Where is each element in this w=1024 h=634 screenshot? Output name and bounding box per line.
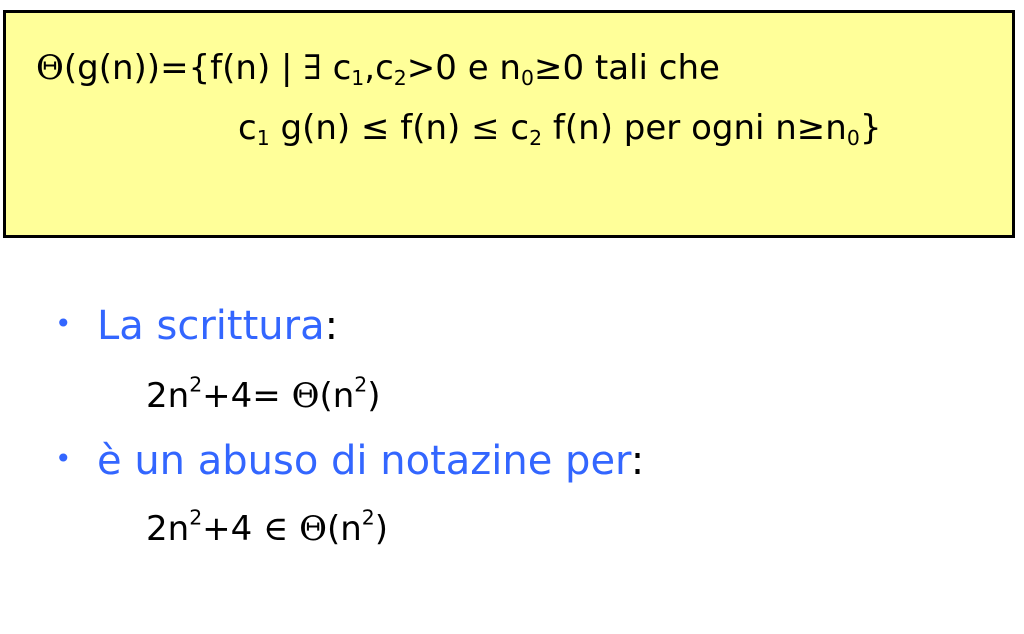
leq-symbol: ≤: [471, 108, 500, 148]
definition-box: Θ(g(n))={f(n) | ∃ c1,c2>0 e n0≥0 tali ch…: [3, 10, 1015, 238]
element-of-symbol: ∈: [263, 509, 289, 549]
theta-symbol: Θ: [291, 376, 320, 416]
theta-symbol: Θ: [36, 48, 64, 88]
formula-2: 2n2+4 ∈ Θ(n2): [146, 505, 389, 549]
bullet-text: La scrittura: [97, 303, 325, 349]
bullet-item-2: • è un abuso di notazine per:: [55, 438, 645, 484]
bullet-item-1: • La scrittura:: [55, 303, 339, 349]
bullet-icon: •: [55, 307, 72, 340]
definition-line-1: Θ(g(n))={f(n) | ∃ c1,c2>0 e n0≥0 tali ch…: [36, 48, 720, 91]
bullet-text: è un abuso di notazine per: [97, 438, 631, 484]
formula-1: 2n2+4= Θ(n2): [146, 372, 381, 416]
theta-symbol: Θ: [299, 509, 327, 549]
bullet-icon: •: [55, 442, 72, 475]
definition-line-2: c1 g(n) ≤ f(n) ≤ c2 f(n) per ogni n≥n0}: [238, 108, 882, 151]
exists-symbol: ∃: [303, 48, 322, 88]
slide: Θ(g(n))={f(n) | ∃ c1,c2>0 e n0≥0 tali ch…: [0, 0, 1024, 634]
